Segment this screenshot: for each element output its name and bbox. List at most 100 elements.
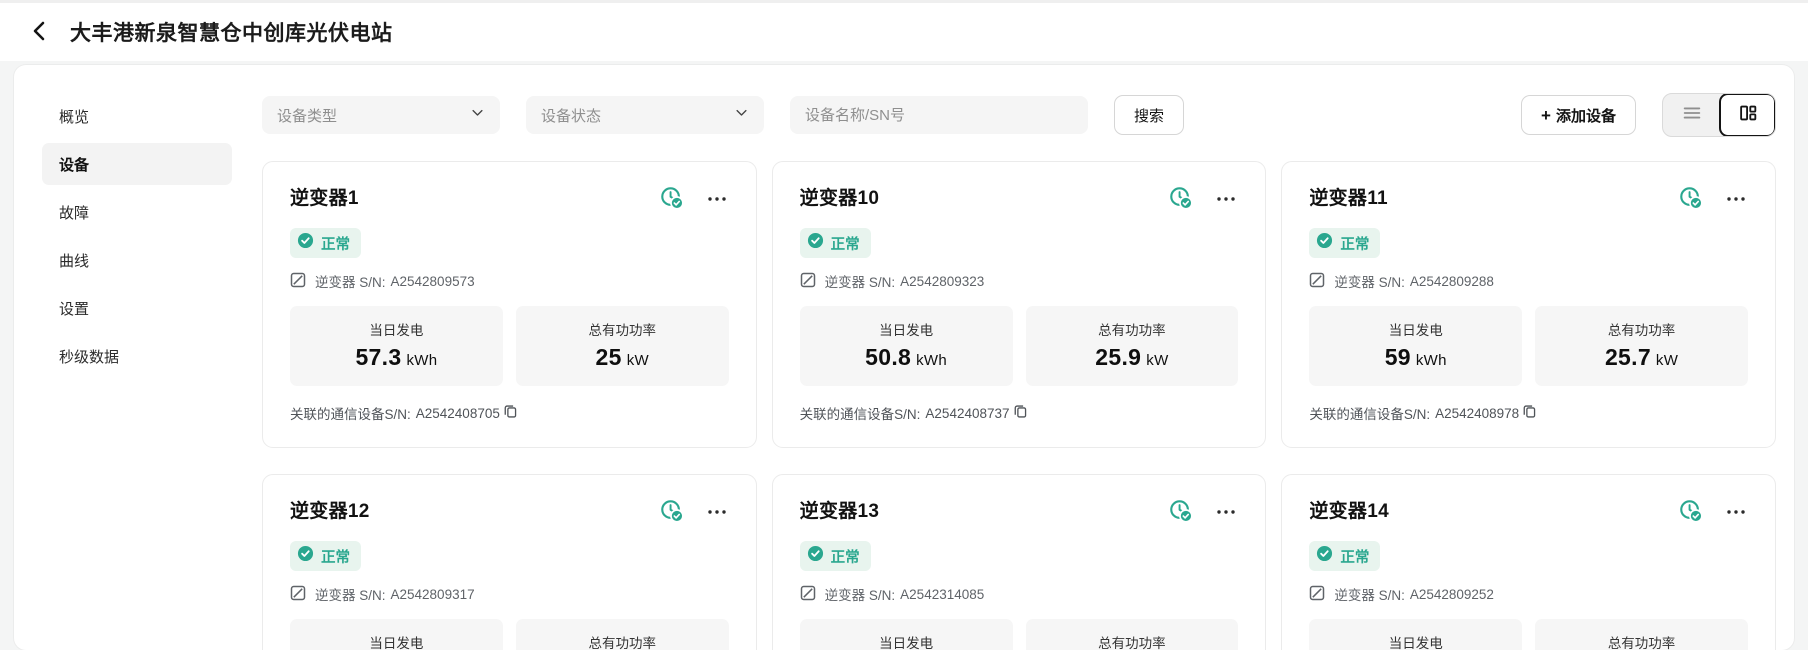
main-panel: 概览 设备 故障 曲线 设置 秒级数据 设备类型 设备状态 搜索 (14, 65, 1794, 650)
daily-energy-value: 57.3kWh (296, 344, 497, 371)
comm-sn-value: A2542408978 (1435, 406, 1519, 421)
daily-energy-stat: 当日发电 50.8kWh (800, 306, 1013, 386)
sidebar-item-curves[interactable]: 曲线 (42, 239, 232, 281)
plus-icon: + (1541, 107, 1551, 124)
status-label: 正常 (1340, 233, 1369, 254)
copy-icon (503, 404, 518, 422)
search-input[interactable] (790, 96, 1088, 134)
copy-button[interactable] (1013, 404, 1028, 422)
more-actions-button[interactable] (705, 500, 729, 527)
active-power-number: 25.9 (1095, 344, 1141, 370)
device-sn-row: 逆变器 S/N: A2542809288 (1309, 271, 1748, 291)
status-badge: 正常 (1309, 541, 1380, 571)
device-type-select[interactable]: 设备类型 (262, 96, 500, 134)
card-view-button[interactable] (1719, 93, 1776, 137)
device-name: 逆变器1 (290, 183, 659, 210)
devices-content: 设备类型 设备状态 搜索 + 添加设备 (254, 65, 1794, 650)
more-actions-button[interactable] (1724, 500, 1748, 527)
active-power-number: 25 (596, 344, 622, 370)
list-view-button[interactable] (1663, 94, 1720, 136)
realtime-status-button[interactable] (1168, 185, 1195, 215)
sidebar-item-overview[interactable]: 概览 (42, 95, 232, 137)
active-power-value: 25kW (522, 344, 723, 371)
device-stats: 当日发电 57.3kWh 总有功功率 25kW (290, 306, 729, 386)
realtime-status-button[interactable] (659, 185, 686, 215)
power-unit: kW (1656, 352, 1678, 369)
sidebar-item-second-data[interactable]: 秒级数据 (42, 335, 232, 377)
card-view-icon (1737, 102, 1759, 129)
copy-button[interactable] (503, 404, 518, 422)
device-status-select[interactable]: 设备状态 (526, 96, 764, 134)
realtime-status-button[interactable] (1678, 498, 1705, 528)
more-actions-button[interactable] (1214, 500, 1238, 527)
active-power-stat: 总有功功率 25.7 kW (1535, 306, 1748, 386)
energy-unit: kWh (916, 352, 947, 369)
check-circle-icon (1316, 232, 1333, 254)
device-stats: 当日发电 60.8kWh 总有功功率 26.4kW (1309, 619, 1748, 650)
copy-button[interactable] (1522, 404, 1537, 422)
more-actions-button[interactable] (1724, 187, 1748, 214)
daily-energy-stat: 当日发电 57.3kWh (290, 306, 503, 386)
device-sn-row: 逆变器 S/N: A2542809317 (290, 584, 729, 604)
sidebar: 概览 设备 故障 曲线 设置 秒级数据 (14, 65, 254, 650)
realtime-status-button[interactable] (1168, 498, 1195, 528)
clock-check-icon (659, 498, 686, 528)
realtime-status-button[interactable] (1678, 185, 1705, 215)
device-name: 逆变器13 (800, 496, 1169, 523)
active-power-value: 25.9 kW (1032, 344, 1233, 371)
device-card-header: 逆变器13 (800, 496, 1239, 528)
device-sn-prefix: 逆变器 S/N: (825, 271, 896, 291)
daily-energy-stat: 当日发电 59kWh (1309, 306, 1522, 386)
realtime-status-button[interactable] (659, 498, 686, 528)
inverter-icon (800, 585, 816, 604)
active-power-label: 总有功功率 (1032, 632, 1233, 650)
inverter-icon (1309, 585, 1325, 604)
device-card: 逆变器10 (772, 161, 1267, 448)
chevron-left-icon (29, 19, 49, 46)
active-power-stat: 总有功功率 25.9kW (1026, 306, 1239, 386)
device-type-placeholder: 设备类型 (277, 105, 337, 126)
device-sn-row: 逆变器 S/N: A2542314085 (800, 584, 1239, 604)
device-name: 逆变器10 (800, 183, 1169, 210)
ellipsis-icon (1214, 187, 1238, 214)
comm-sn-prefix: 关联的通信设备S/N: (290, 403, 411, 423)
sidebar-item-faults[interactable]: 故障 (42, 191, 232, 233)
device-sn-value: A2542314085 (900, 587, 984, 602)
search-button[interactable]: 搜索 (1114, 95, 1184, 135)
status-badge: 正常 (1309, 228, 1380, 258)
power-unit: kW (1146, 352, 1168, 369)
check-circle-icon (807, 232, 824, 254)
active-power-number: 25.7 (1605, 344, 1651, 370)
device-sn-row: 逆变器 S/N: A2542809252 (1309, 584, 1748, 604)
status-badge: 正常 (290, 541, 361, 571)
clock-check-icon (1678, 498, 1705, 528)
page-title: 大丰港新泉智慧仓中创库光伏电站 (70, 17, 393, 47)
daily-energy-label: 当日发电 (806, 632, 1007, 650)
list-view-icon (1681, 102, 1703, 129)
more-actions-button[interactable] (705, 187, 729, 214)
active-power-stat: 总有功功率 28.4kW (516, 619, 729, 650)
daily-energy-label: 当日发电 (1315, 632, 1516, 650)
comm-sn-value: A2542408737 (925, 406, 1009, 421)
device-sn-row: 逆变器 S/N: A2542809573 (290, 271, 729, 291)
energy-unit: kWh (1416, 352, 1447, 369)
daily-energy-label: 当日发电 (296, 319, 497, 339)
active-power-label: 总有功功率 (1541, 319, 1742, 339)
device-card: 逆变器13 (772, 474, 1267, 650)
active-power-stat: 总有功功率 26.4kW (1535, 619, 1748, 650)
device-card-header: 逆变器12 (290, 496, 729, 528)
device-sn-value: A2542809573 (391, 274, 475, 289)
active-power-stat: 总有功功率 27.8kW (1026, 619, 1239, 650)
device-stats: 当日发电 59kWh 总有功功率 25.7 kW (1309, 306, 1748, 386)
more-actions-button[interactable] (1214, 187, 1238, 214)
comm-sn-prefix: 关联的通信设备S/N: (1309, 403, 1430, 423)
device-name: 逆变器11 (1309, 183, 1678, 210)
daily-energy-number: 50.8 (865, 344, 911, 370)
status-badge: 正常 (800, 228, 871, 258)
back-button[interactable] (26, 19, 52, 45)
daily-energy-value: 50.8 kWh (806, 344, 1007, 371)
sidebar-item-settings[interactable]: 设置 (42, 287, 232, 329)
sidebar-item-devices[interactable]: 设备 (42, 143, 232, 185)
add-device-button[interactable]: + 添加设备 (1521, 95, 1636, 135)
status-label: 正常 (321, 546, 350, 567)
